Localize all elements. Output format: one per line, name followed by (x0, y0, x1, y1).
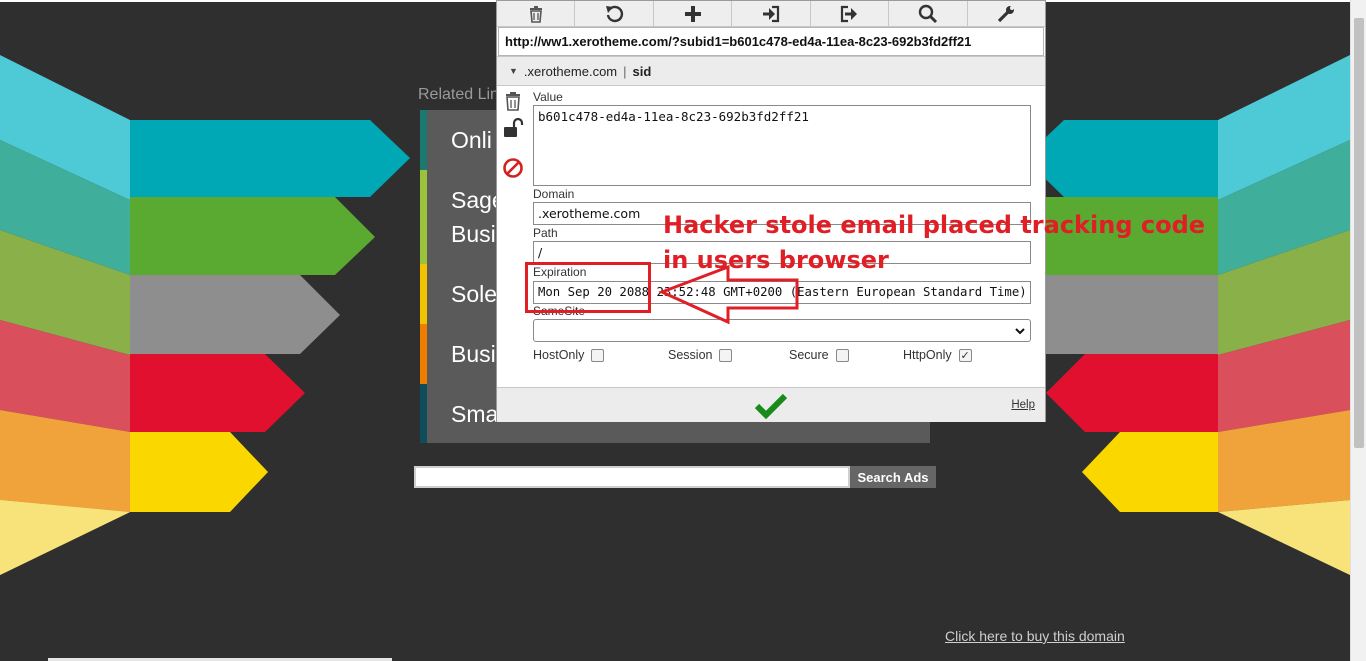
secure-checkbox[interactable] (835, 348, 849, 362)
trash-icon (506, 92, 520, 111)
cookie-separator: | (623, 63, 627, 79)
chevron-down-icon (1015, 328, 1025, 335)
secure-label: Secure (789, 348, 829, 362)
search-icon (918, 4, 937, 23)
chevron-down-icon: ▼ (509, 66, 518, 76)
path-label: Path (533, 226, 558, 240)
save-check-icon[interactable] (754, 392, 788, 420)
cookie-name: sid (632, 63, 652, 79)
delete-all-icon (529, 5, 542, 23)
import-button[interactable] (732, 1, 811, 26)
add-cookie-button[interactable] (654, 1, 733, 26)
annotation-text: Hacker stole email placed tracking code … (663, 208, 1205, 278)
block-icon (503, 158, 523, 178)
hostonly-flag[interactable]: HostOnly (533, 348, 668, 362)
hostonly-label: HostOnly (533, 348, 585, 362)
value-textarea[interactable]: b601c478-ed4a-11ea-8c23-692b3fd2ff21 (533, 105, 1031, 186)
cookie-flags: HostOnly Session Secure HttpOnly ✓ (533, 348, 1031, 362)
export-button[interactable] (811, 1, 890, 26)
session-checkbox[interactable] (719, 348, 733, 362)
cookie-actions (500, 91, 526, 195)
help-link[interactable]: Help (1011, 399, 1035, 411)
httponly-flag[interactable]: HttpOnly ✓ (903, 348, 972, 362)
cookie-header[interactable]: ▼ .xerotheme.com | sid (497, 56, 1045, 86)
settings-button[interactable] (968, 1, 1045, 26)
import-icon (762, 5, 780, 22)
reset-icon (606, 5, 624, 22)
add-icon (684, 5, 701, 22)
session-label: Session (668, 348, 713, 362)
value-label: Value (533, 90, 563, 104)
samesite-select[interactable] (533, 319, 1031, 342)
unlock-icon (504, 117, 524, 137)
session-flag[interactable]: Session (668, 348, 789, 362)
buy-domain-link[interactable]: Click here to buy this domain (945, 628, 1125, 644)
related-link-label: Sole (451, 281, 498, 307)
hostonly-checkbox[interactable] (591, 348, 605, 362)
page-scrollbar[interactable] (1350, 0, 1366, 661)
scrollbar-thumb[interactable] (1354, 18, 1364, 448)
cookie-domain: .xerotheme.com (523, 63, 618, 79)
secure-flag[interactable]: Secure (789, 348, 903, 362)
search-ads-button[interactable]: Search Ads (850, 466, 936, 488)
annotation-line-1: Hacker stole email placed tracking code (663, 211, 1206, 239)
annotation-highlight-box (525, 262, 651, 313)
protect-cookie-button[interactable] (500, 117, 526, 155)
domain-label: Domain (533, 187, 575, 201)
ad-search-input[interactable] (414, 466, 850, 488)
related-link-label: Sma (451, 400, 499, 427)
export-icon (841, 5, 858, 22)
reset-button[interactable] (575, 1, 654, 26)
related-link-label: Onli (451, 127, 492, 153)
current-url: http://ww1.xerotheme.com/?subid1=b601c47… (498, 27, 1044, 56)
cookie-editor-footer: Help (497, 387, 1045, 422)
settings-icon (998, 5, 1015, 22)
search-button[interactable] (889, 1, 968, 26)
httponly-label: HttpOnly (903, 348, 952, 362)
delete-all-button[interactable] (497, 1, 576, 26)
annotation-line-2: in users browser (663, 246, 889, 274)
block-cookie-button[interactable] (500, 157, 526, 195)
cookie-editor-toolbar (497, 1, 1045, 27)
httponly-checkbox[interactable]: ✓ (958, 348, 972, 362)
related-link-label: Busi (451, 341, 496, 367)
